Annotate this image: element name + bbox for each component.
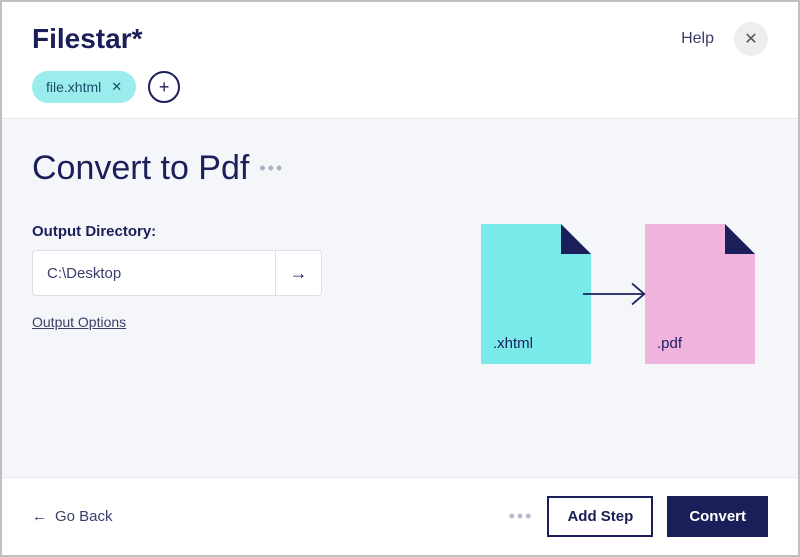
target-file-ext: .pdf [657,335,682,352]
output-directory-browse-button[interactable]: → [275,251,321,295]
header-top: Filestar* Help ✕ [32,22,768,56]
left-column: Convert to Pdf ••• Output Directory: → O… [32,149,352,447]
go-back-label: Go Back [55,508,113,525]
content-area: Convert to Pdf ••• Output Directory: → O… [2,119,798,477]
output-options-link[interactable]: Output Options [32,314,352,330]
conversion-diagram: .xhtml .pdf [481,224,755,364]
footer-right: ••• Add Step Convert [509,496,768,537]
page-fold-icon [561,224,591,254]
header-right: Help ✕ [681,22,768,56]
add-file-button[interactable]: + [148,71,180,103]
target-file-icon: .pdf [645,224,755,364]
file-chip-remove-icon[interactable]: ✕ [111,79,122,95]
page-fold-icon [725,224,755,254]
footer-more-icon[interactable]: ••• [509,506,534,527]
convert-button[interactable]: Convert [667,496,768,537]
plus-icon: + [159,77,170,98]
arrow-right-long-icon [583,279,653,309]
close-button[interactable]: ✕ [734,22,768,56]
file-chip-label: file.xhtml [46,79,101,95]
add-step-button[interactable]: Add Step [547,496,653,537]
file-chip-row: file.xhtml ✕ + [32,71,768,103]
right-column: .xhtml .pdf [468,149,768,447]
arrow-right-icon: → [290,263,308,284]
title-more-icon[interactable]: ••• [259,158,284,179]
conversion-arrow [583,279,653,309]
go-back-button[interactable]: ← Go Back [32,508,113,525]
arrow-left-icon: ← [32,508,47,525]
header: Filestar* Help ✕ file.xhtml ✕ + [2,2,798,119]
output-directory-input[interactable] [33,251,275,295]
footer: ← Go Back ••• Add Step Convert [2,477,798,555]
output-directory-group: → [32,250,322,296]
source-file-ext: .xhtml [493,335,533,352]
page-title: Convert to Pdf [32,149,249,188]
help-link[interactable]: Help [681,30,714,48]
source-file-icon: .xhtml [481,224,591,364]
file-chip[interactable]: file.xhtml ✕ [32,71,136,103]
page-title-row: Convert to Pdf ••• [32,149,352,188]
close-icon: ✕ [744,29,757,49]
app-title: Filestar* [32,23,143,55]
output-directory-label: Output Directory: [32,223,352,240]
